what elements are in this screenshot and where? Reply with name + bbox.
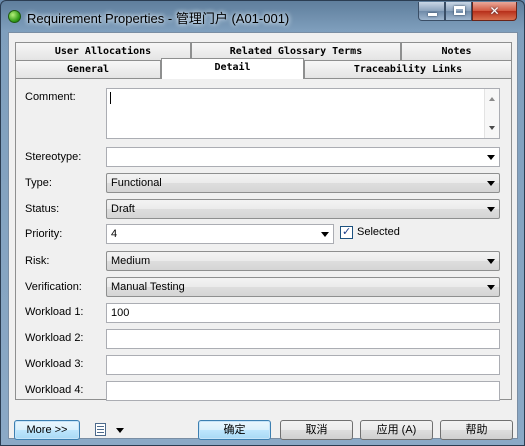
type-value: Functional <box>111 177 162 189</box>
workload4-label: Workload 4: <box>25 384 84 396</box>
status-select[interactable]: Draft <box>106 199 500 219</box>
type-label: Type: <box>25 177 52 189</box>
verification-value: Manual Testing <box>111 281 185 293</box>
chevron-down-icon <box>487 181 495 186</box>
type-select[interactable]: Functional <box>106 173 500 193</box>
workload3-input[interactable] <box>106 355 500 375</box>
scroll-down-icon[interactable] <box>489 126 495 130</box>
close-icon: ✕ <box>489 4 500 18</box>
verification-select[interactable]: Manual Testing <box>106 277 500 297</box>
text-caret <box>110 92 111 104</box>
comment-scrollbar[interactable] <box>484 89 499 138</box>
chevron-down-icon <box>487 207 495 212</box>
status-value: Draft <box>111 203 135 215</box>
scroll-up-icon[interactable] <box>489 97 495 101</box>
risk-select[interactable]: Medium <box>106 251 500 271</box>
minimize-button[interactable] <box>418 2 445 21</box>
priority-label: Priority: <box>25 228 63 240</box>
title-bar[interactable]: Requirement Properties - 管理门户 (A01-001) … <box>1 1 524 31</box>
dialog-client: User Allocations Related Glossary Terms … <box>8 32 518 440</box>
workload2-label: Workload 2: <box>25 332 84 344</box>
priority-select[interactable]: 4 <box>106 224 334 244</box>
workload4-input[interactable] <box>106 381 500 401</box>
chevron-down-icon <box>487 155 495 160</box>
risk-value: Medium <box>111 255 151 267</box>
chevron-down-icon <box>321 232 329 237</box>
stereotype-label: Stereotype: <box>25 151 82 163</box>
app-icon <box>8 10 21 23</box>
verification-label: Verification: <box>25 281 82 293</box>
close-button[interactable]: ✕ <box>472 2 517 21</box>
workload1-value: 100 <box>111 307 130 319</box>
detail-form: Comment: Stereotype: Type: Functional St… <box>9 33 517 438</box>
maximize-button[interactable] <box>445 2 472 21</box>
workload2-input[interactable] <box>106 329 500 349</box>
requirement-properties-window: Requirement Properties - 管理门户 (A01-001) … <box>0 0 525 446</box>
window-title: Requirement Properties - 管理门户 (A01-001) <box>27 11 290 26</box>
workload1-input[interactable]: 100 <box>106 303 500 323</box>
comment-textarea[interactable] <box>106 88 500 139</box>
chevron-down-icon <box>487 259 495 264</box>
comment-label: Comment: <box>25 91 76 103</box>
stereotype-select[interactable] <box>106 147 500 167</box>
status-label: Status: <box>25 203 60 215</box>
chevron-down-icon <box>487 285 495 290</box>
selected-checkbox-label[interactable]: Selected <box>357 226 400 238</box>
risk-label: Risk: <box>25 255 50 267</box>
workload3-label: Workload 3: <box>25 358 84 370</box>
maximize-icon <box>454 6 465 15</box>
selected-checkbox[interactable]: ✓ <box>340 226 353 239</box>
checkmark-icon: ✓ <box>342 226 352 238</box>
minimize-icon <box>428 13 437 16</box>
workload1-label: Workload 1: <box>25 306 84 318</box>
priority-value: 4 <box>111 228 118 240</box>
